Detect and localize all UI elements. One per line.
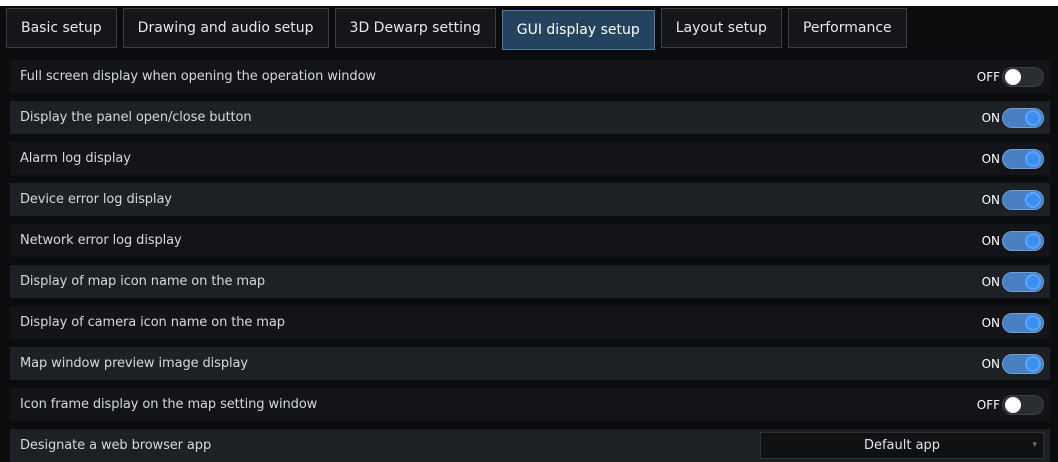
setting-label: Display of map icon name on the map <box>20 274 265 289</box>
tab-3d-dewarp-setting[interactable]: 3D Dewarp setting <box>334 8 496 48</box>
toggle-track <box>1002 148 1044 169</box>
alarm-log-toggle[interactable]: ON <box>981 148 1044 169</box>
web-browser-value: Default app <box>863 438 941 453</box>
setting-label: Network error log display <box>20 233 182 248</box>
setting-row-panel-button: Display the panel open/close button ON <box>10 101 1050 134</box>
toggle-knob <box>1025 109 1041 126</box>
panel-button-toggle[interactable]: ON <box>981 107 1044 128</box>
toggle-track <box>1002 189 1044 210</box>
chevron-down-icon: ▾ <box>1032 440 1037 450</box>
full-screen-toggle[interactable]: OFF <box>976 66 1044 87</box>
setting-row-alarm-log: Alarm log display ON <box>10 142 1050 175</box>
toggle-knob <box>1025 314 1041 331</box>
toggle-track <box>1002 66 1044 87</box>
toggle-state-text: ON <box>981 233 1000 248</box>
setting-label: Device error log display <box>20 192 172 207</box>
setting-row-camera-icon-name: Display of camera icon name on the map O… <box>10 306 1050 339</box>
setting-row-map-icon-name: Display of map icon name on the map ON <box>10 265 1050 298</box>
toggle-state-text: ON <box>981 356 1000 371</box>
toggle-state-text: ON <box>981 151 1000 166</box>
settings-panel: Full screen display when opening the ope… <box>10 60 1050 462</box>
toggle-track <box>1002 312 1044 333</box>
setting-row-icon-frame: Icon frame display on the map setting wi… <box>10 388 1050 421</box>
toggle-state-text: ON <box>981 192 1000 207</box>
setting-label: Designate a web browser app <box>20 438 212 453</box>
setting-label: Icon frame display on the map setting wi… <box>20 397 318 412</box>
toggle-state-text: OFF <box>976 69 1000 84</box>
toggle-state-text: OFF <box>976 397 1000 412</box>
tab-gui-display-setup[interactable]: GUI display setup <box>501 10 655 50</box>
tab-layout-setup[interactable]: Layout setup <box>660 8 782 48</box>
setting-row-device-error-log: Device error log display ON <box>10 183 1050 216</box>
toggle-knob <box>1025 150 1041 167</box>
toggle-track <box>1002 394 1044 415</box>
map-icon-name-toggle[interactable]: ON <box>981 271 1044 292</box>
setting-row-web-browser: Designate a web browser app Default app … <box>10 429 1050 462</box>
toggle-knob <box>1005 396 1021 413</box>
toggle-state-text: ON <box>981 315 1000 330</box>
icon-frame-toggle[interactable]: OFF <box>976 394 1044 415</box>
toggle-knob <box>1005 68 1021 85</box>
toggle-knob <box>1025 232 1041 249</box>
toggle-track <box>1002 353 1044 374</box>
toggle-track <box>1002 107 1044 128</box>
toggle-state-text: ON <box>981 274 1000 289</box>
web-browser-select[interactable]: Default app ▾ <box>760 432 1044 459</box>
setting-label: Full screen display when opening the ope… <box>20 69 376 84</box>
tab-basic-setup[interactable]: Basic setup <box>6 8 117 48</box>
setting-label: Display the panel open/close button <box>20 110 252 125</box>
tab-bar: Basic setup Drawing and audio setup 3D D… <box>0 4 1058 50</box>
toggle-state-text: ON <box>981 110 1000 125</box>
toggle-knob <box>1025 355 1041 372</box>
tab-drawing-audio-setup[interactable]: Drawing and audio setup <box>122 8 329 48</box>
toggle-track <box>1002 271 1044 292</box>
map-preview-toggle[interactable]: ON <box>981 353 1044 374</box>
toggle-track <box>1002 230 1044 251</box>
setting-label: Alarm log display <box>20 151 131 166</box>
setting-row-map-preview: Map window preview image display ON <box>10 347 1050 380</box>
network-error-log-toggle[interactable]: ON <box>981 230 1044 251</box>
device-error-log-toggle[interactable]: ON <box>981 189 1044 210</box>
setting-label: Display of camera icon name on the map <box>20 315 285 330</box>
camera-icon-name-toggle[interactable]: ON <box>981 312 1044 333</box>
setting-row-network-error-log: Network error log display ON <box>10 224 1050 257</box>
setting-label: Map window preview image display <box>20 356 248 371</box>
setting-row-full-screen: Full screen display when opening the ope… <box>10 60 1050 93</box>
tab-performance[interactable]: Performance <box>787 8 907 48</box>
toggle-knob <box>1025 273 1041 290</box>
toggle-knob <box>1025 191 1041 208</box>
